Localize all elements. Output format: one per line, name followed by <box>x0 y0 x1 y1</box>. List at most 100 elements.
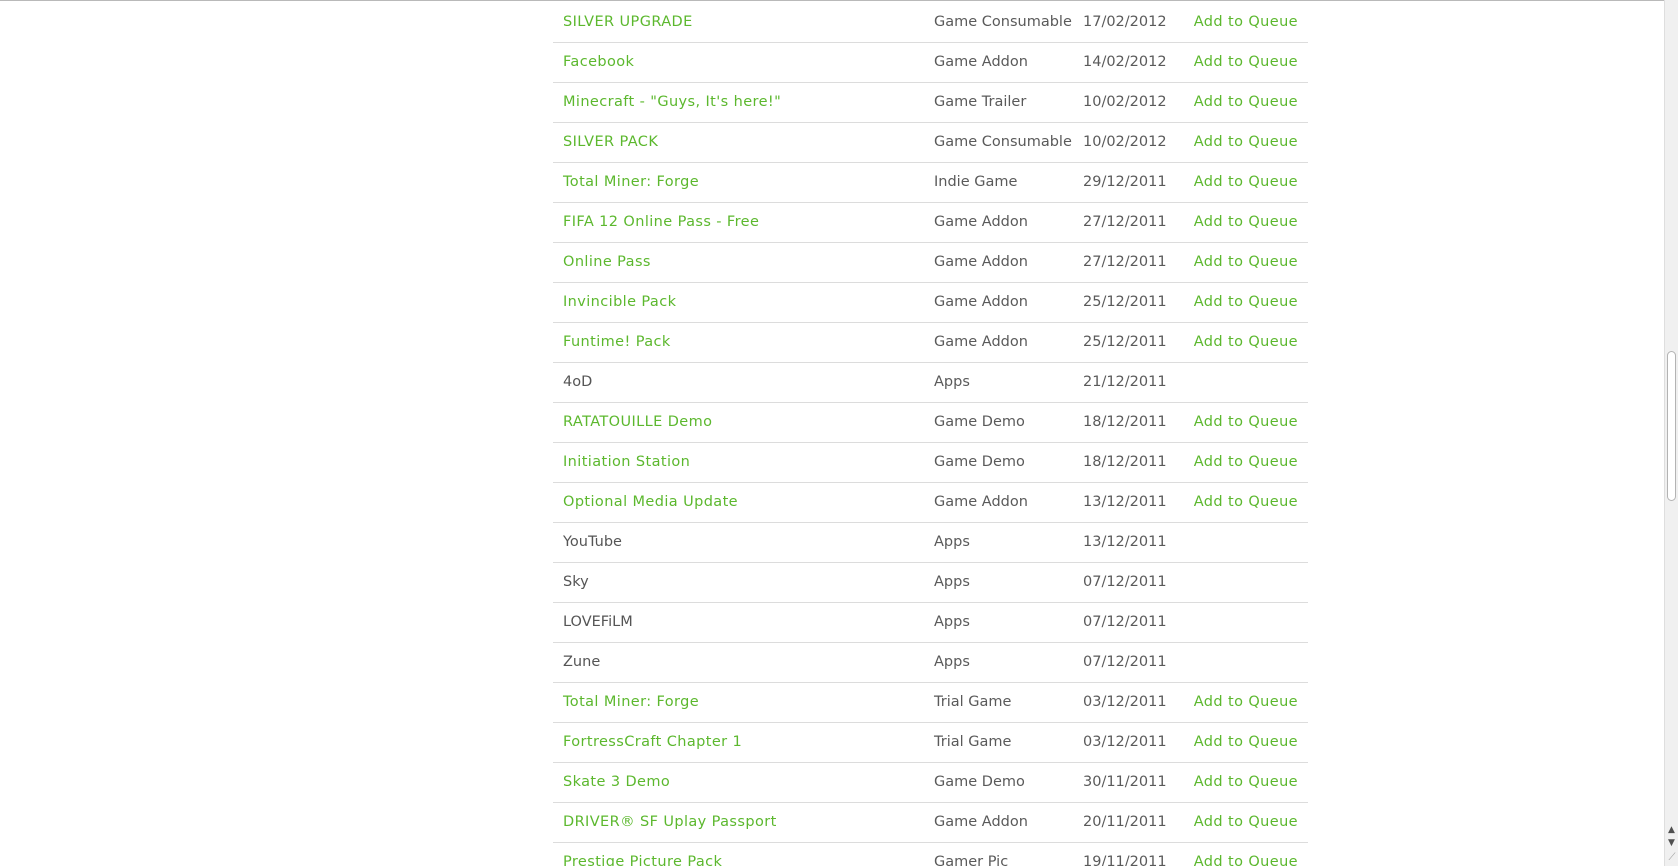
item-date: 07/12/2011 <box>1083 574 1167 590</box>
table-row: Prestige Picture Pack Gamer Pic 19/11/2011… <box>553 843 1308 866</box>
item-title: LOVEFiLM <box>563 614 633 630</box>
table-row: Total Miner: Forge Indie Game 29/12/2011 Ad… <box>553 163 1308 203</box>
item-title: Zune <box>563 654 601 670</box>
scroll-up-icon[interactable]: ▲ <box>1665 824 1678 836</box>
resize-grip-icon[interactable]: ⟋ <box>1666 852 1678 864</box>
item-title-link[interactable]: Total Miner: Forge <box>563 163 699 202</box>
table-row: YouTube Apps 13/12/2011 <box>553 523 1308 563</box>
item-title-link[interactable]: DRIVER® SF Uplay Passport <box>563 803 777 842</box>
table-row: LOVEFiLM Apps 07/12/2011 <box>553 603 1308 643</box>
item-date: 21/12/2011 <box>1083 374 1167 390</box>
item-date: 20/11/2011 <box>1083 814 1167 830</box>
table-row: FIFA 12 Online Pass - Free Game Addon 27/1… <box>553 203 1308 243</box>
table-row: SILVER PACK Game Consumable 10/02/2012 Add … <box>553 123 1308 163</box>
item-date: 10/02/2012 <box>1083 94 1167 110</box>
table-row: FortressCraft Chapter 1 Trial Game 03/12/2… <box>553 723 1308 763</box>
item-type: Game Addon <box>934 254 1028 270</box>
item-title-link[interactable]: Invincible Pack <box>563 283 676 322</box>
item-date: 27/12/2011 <box>1083 214 1167 230</box>
item-type: Apps <box>934 614 970 630</box>
item-title: Sky <box>563 574 589 590</box>
vertical-scrollbar[interactable]: ▲ ▼ ⟋ <box>1664 0 1678 866</box>
add-to-queue-link[interactable]: Add to Queue <box>1194 803 1298 842</box>
table-row: SILVER UPGRADE Game Consumable 17/02/2012 A… <box>553 3 1308 43</box>
item-type: Game Demo <box>934 774 1025 790</box>
item-type: Apps <box>934 654 970 670</box>
item-date: 29/12/2011 <box>1083 174 1167 190</box>
item-type: Apps <box>934 574 970 590</box>
item-date: 03/12/2011 <box>1083 694 1167 710</box>
item-date: 07/12/2011 <box>1083 614 1167 630</box>
item-date: 13/12/2011 <box>1083 494 1167 510</box>
add-to-queue-link[interactable]: Add to Queue <box>1194 683 1298 722</box>
item-title-link[interactable]: SILVER UPGRADE <box>563 3 693 42</box>
add-to-queue-link[interactable]: Add to Queue <box>1194 3 1298 42</box>
table-row: Online Pass Game Addon 27/12/2011 Add to Qu… <box>553 243 1308 283</box>
item-type: Game Trailer <box>934 94 1027 110</box>
item-title-link[interactable]: SILVER PACK <box>563 123 658 162</box>
item-type: Game Demo <box>934 414 1025 430</box>
add-to-queue-link[interactable]: Add to Queue <box>1194 403 1298 442</box>
item-type: Trial Game <box>934 694 1012 710</box>
item-date: 25/12/2011 <box>1083 334 1167 350</box>
table-row: Total Miner: Forge Trial Game 03/12/2011 Ad… <box>553 683 1308 723</box>
table-row: Zune Apps 07/12/2011 <box>553 643 1308 683</box>
table-row: 4oD Apps 21/12/2011 <box>553 363 1308 403</box>
item-type: Game Addon <box>934 214 1028 230</box>
item-date: 19/11/2011 <box>1083 854 1167 866</box>
item-type: Indie Game <box>934 174 1018 190</box>
add-to-queue-link[interactable]: Add to Queue <box>1194 83 1298 122</box>
item-type: Gamer Pic <box>934 854 1009 866</box>
add-to-queue-link[interactable]: Add to Queue <box>1194 483 1298 522</box>
item-type: Apps <box>934 374 970 390</box>
item-title-link[interactable]: Optional Media Update <box>563 483 738 522</box>
table-row: RATATOUILLE Demo Game Demo 18/12/2011 Add t… <box>553 403 1308 443</box>
item-type: Apps <box>934 534 970 550</box>
add-to-queue-link[interactable]: Add to Queue <box>1194 163 1298 202</box>
item-type: Game Consumable <box>934 14 1072 30</box>
item-title-link[interactable]: FortressCraft Chapter 1 <box>563 723 742 762</box>
add-to-queue-link[interactable]: Add to Queue <box>1194 763 1298 802</box>
item-title-link[interactable]: Online Pass <box>563 243 651 282</box>
item-title-link[interactable]: Funtime! Pack <box>563 323 671 362</box>
table-row: Initiation Station Game Demo 18/12/2011 Add… <box>553 443 1308 483</box>
add-to-queue-link[interactable]: Add to Queue <box>1194 843 1298 866</box>
item-type: Game Addon <box>934 334 1028 350</box>
content-viewport: SILVER UPGRADE Game Consumable 17/02/2012 A… <box>0 0 1664 866</box>
item-type: Game Addon <box>934 54 1028 70</box>
download-history-list: SILVER UPGRADE Game Consumable 17/02/2012 A… <box>553 3 1308 866</box>
item-title-link[interactable]: Total Miner: Forge <box>563 683 699 722</box>
add-to-queue-link[interactable]: Add to Queue <box>1194 723 1298 762</box>
table-row: Skate 3 Demo Game Demo 30/11/2011 Add to Qu… <box>553 763 1308 803</box>
item-title-link[interactable]: Minecraft - "Guys, It's here!" <box>563 83 781 122</box>
add-to-queue-link[interactable]: Add to Queue <box>1194 243 1298 282</box>
table-row: Minecraft - "Guys, It's here!" Game Trail… <box>553 83 1308 123</box>
item-title: YouTube <box>563 534 622 550</box>
add-to-queue-link[interactable]: Add to Queue <box>1194 123 1298 162</box>
item-date: 18/12/2011 <box>1083 454 1167 470</box>
item-title: 4oD <box>563 374 593 390</box>
item-date: 17/02/2012 <box>1083 14 1167 30</box>
item-title-link[interactable]: Initiation Station <box>563 443 690 482</box>
add-to-queue-link[interactable]: Add to Queue <box>1194 203 1298 242</box>
add-to-queue-link[interactable]: Add to Queue <box>1194 323 1298 362</box>
item-date: 25/12/2011 <box>1083 294 1167 310</box>
table-row: Funtime! Pack Game Addon 25/12/2011 Add to … <box>553 323 1308 363</box>
item-date: 10/02/2012 <box>1083 134 1167 150</box>
item-date: 27/12/2011 <box>1083 254 1167 270</box>
add-to-queue-link[interactable]: Add to Queue <box>1194 283 1298 322</box>
item-title-link[interactable]: Skate 3 Demo <box>563 763 670 802</box>
item-title-link[interactable]: Facebook <box>563 43 634 82</box>
item-title-link[interactable]: Prestige Picture Pack <box>563 843 722 866</box>
item-date: 30/11/2011 <box>1083 774 1167 790</box>
item-type: Trial Game <box>934 734 1012 750</box>
add-to-queue-link[interactable]: Add to Queue <box>1194 43 1298 82</box>
item-type: Game Consumable <box>934 134 1072 150</box>
item-date: 03/12/2011 <box>1083 734 1167 750</box>
scroll-down-icon[interactable]: ▼ <box>1665 837 1678 849</box>
add-to-queue-link[interactable]: Add to Queue <box>1194 443 1298 482</box>
item-title-link[interactable]: FIFA 12 Online Pass - Free <box>563 203 759 242</box>
scrollbar-thumb[interactable] <box>1667 351 1676 501</box>
item-title-link[interactable]: RATATOUILLE Demo <box>563 403 712 442</box>
table-row: Optional Media Update Game Addon 13/12/201… <box>553 483 1308 523</box>
